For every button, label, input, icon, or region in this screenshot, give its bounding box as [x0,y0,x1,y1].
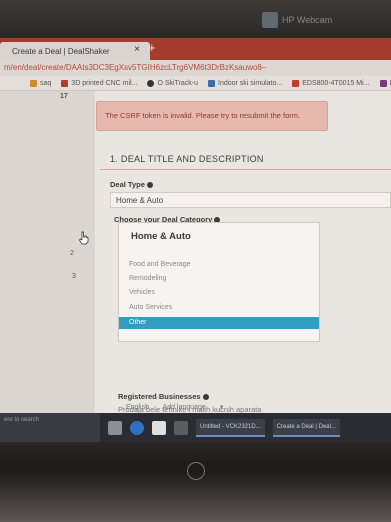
info-icon [146,182,153,189]
language-current[interactable]: English [126,404,149,411]
step-number: 17 [60,93,68,100]
deal-type-label: Deal Type [110,180,153,189]
category-option-selected[interactable]: Other [119,317,319,329]
tab-title: Create a Deal | DealShaker [12,46,110,56]
add-language-button[interactable]: Add language ▾ [163,404,236,411]
category-option[interactable]: Food and Beverage [119,259,319,271]
browser-tab-active[interactable]: Create a Deal | DealShaker × [0,42,150,60]
taskbar-app[interactable]: Untitled - VCK2321D... [196,418,265,437]
new-tab-button[interactable]: + [148,40,156,55]
taskbar-app[interactable]: Create a Deal | Deal... [272,418,340,437]
csrf-error-alert: The CSRF token is invalid. Please try to… [96,101,328,131]
step-number: 3 [72,273,76,280]
webcam-icon [262,12,278,28]
category-option[interactable]: Vehicles [119,287,319,299]
section-divider [100,169,391,170]
photo-frame: HP Webcam Create a Deal | DealShaker × +… [0,0,391,522]
deal-type-select[interactable]: Home & Auto [110,192,391,208]
monitor-bezel-bottom [0,442,391,522]
bookmark-icon [30,79,37,87]
bookmark-icon [292,79,300,87]
bookmark-icon [379,79,387,87]
monitor-screen: Create a Deal | DealShaker × + m/en/deal… [0,38,391,442]
alert-text: The CSRF token is invalid. Please try to… [105,111,301,120]
bookmark-item[interactable]: Da [379,79,391,87]
bookmark-icon [61,79,69,87]
taskbar-search[interactable]: ere to search [0,413,100,442]
task-view-icon[interactable] [108,420,122,435]
bookmark-item[interactable]: O SkiTrack-u [147,79,198,87]
registered-businesses-label: Registered Businesses [118,392,209,401]
monitor-bezel-top: HP Webcam [0,0,391,38]
category-option[interactable]: Auto Services [119,302,319,314]
deal-type-value: Home & Auto [116,196,164,205]
hand-cursor-icon [79,231,89,245]
file-explorer-icon[interactable] [152,420,166,435]
dropdown-header: Home & Auto [131,231,191,242]
deal-category-dropdown[interactable]: Home & Auto Food and Beverage Remodeling… [118,222,320,342]
edge-browser-icon[interactable] [130,420,144,435]
address-url: m/en/deal/create/DAAts3DC3EgXsv5TGIH6zcL… [4,63,267,72]
language-switcher: English Add language ▾ [126,403,247,411]
bookmark-item[interactable]: saq [30,79,51,87]
section-title: 1. DEAL TITLE AND DESCRIPTION [110,154,264,164]
browser-tabbar: Create a Deal | DealShaker × + [0,38,391,60]
info-icon [202,394,209,401]
bookmarks-bar: saq 3D printed CNC mil... O SkiTrack-u I… [0,76,391,91]
bookmark-item[interactable]: EDS800-4T0015 Mi... [292,79,370,87]
hp-logo [187,462,205,480]
bookmark-item[interactable]: Indoor ski simulato... [208,79,282,87]
close-icon[interactable]: × [134,44,140,55]
store-icon[interactable] [174,420,188,435]
bookmark-icon [208,79,216,87]
step-number: 2 [70,250,74,257]
windows-taskbar: ere to search Untitled - VCK2321D... Cre… [0,413,391,442]
webcam-indicator: HP Webcam [262,9,382,31]
left-step-rail [0,91,95,413]
page-content: 17 2 3 The CSRF token is invalid. Please… [0,91,391,414]
category-option[interactable]: Remodeling [119,273,319,285]
webcam-label: HP Webcam [282,15,333,25]
bookmark-item[interactable]: 3D printed CNC mil... [61,79,137,87]
address-bar[interactable]: m/en/deal/create/DAAts3DC3EgXsv5TGIH6zcL… [0,60,391,77]
bookmark-icon [147,79,155,87]
